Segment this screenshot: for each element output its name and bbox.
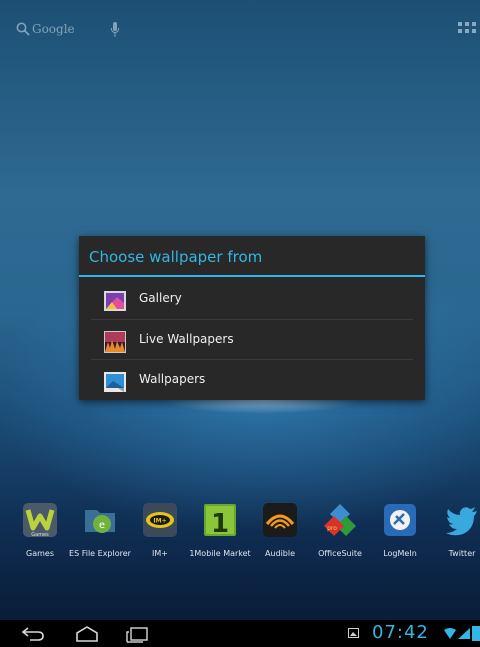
im-plus-icon-text: IM+	[153, 518, 166, 525]
option-wallpapers[interactable]: Wallpapers	[91, 360, 413, 400]
recent-apps-icon[interactable]	[124, 624, 150, 644]
dialog-title-divider	[79, 275, 425, 277]
back-icon[interactable]	[20, 624, 46, 644]
es-file-explorer-icon: e	[85, 510, 115, 533]
app-dock: Games Games e ES File Explorer IM+ IM+ 1…	[0, 500, 480, 570]
home-top-bar: Google	[0, 10, 480, 50]
signal-icon	[458, 628, 470, 639]
google-search-label[interactable]: Google	[32, 22, 75, 36]
option-gallery[interactable]: Gallery	[91, 279, 413, 319]
gallery-notification-icon[interactable]	[348, 628, 359, 638]
live-wallpapers-icon	[104, 331, 126, 353]
wallpapers-icon	[104, 372, 126, 392]
option-label: Live Wallpapers	[139, 332, 234, 346]
system-navigation-bar: 07:42	[0, 620, 480, 647]
search-icon[interactable]	[16, 22, 30, 36]
status-clock[interactable]: 07:42	[372, 622, 429, 643]
option-label: Gallery	[139, 291, 182, 305]
app-im-plus[interactable]: IM+ IM+	[130, 500, 190, 570]
option-live-wallpapers[interactable]: Live Wallpapers	[91, 320, 413, 360]
app-logmein[interactable]: LogMeIn	[370, 500, 430, 570]
officesuite-icon: pro	[324, 504, 356, 536]
home-icon[interactable]	[74, 624, 100, 644]
app-es-file-explorer[interactable]: e ES File Explorer	[69, 500, 131, 570]
option-label: Wallpapers	[139, 372, 206, 386]
logmein-icon	[384, 504, 416, 536]
1mobile-market-icon-text: 1	[211, 509, 229, 538]
all-apps-icon[interactable]	[458, 22, 476, 34]
app-officesuite[interactable]: pro OfficeSuite	[310, 500, 370, 570]
svg-text:e: e	[99, 520, 105, 531]
officesuite-icon-text: pro	[327, 525, 337, 532]
gallery-icon	[104, 291, 126, 311]
dialog-title: Choose wallpaper from	[89, 248, 263, 266]
audible-icon	[263, 503, 297, 537]
wifi-icon	[444, 628, 456, 639]
twitter-icon	[446, 507, 477, 536]
1mobile-market-icon: 1	[204, 504, 236, 538]
microphone-icon[interactable]	[110, 22, 120, 38]
app-1mobile-market[interactable]: 1 1Mobile Market	[189, 500, 251, 570]
app-twitter[interactable]: Twitter	[432, 500, 480, 570]
games-icon: Games	[23, 503, 57, 538]
games-icon-text: Games	[31, 532, 49, 538]
app-label: Twitter	[448, 549, 476, 558]
app-audible[interactable]: Audible	[250, 500, 310, 570]
im-plus-icon: IM+	[143, 503, 177, 537]
battery-icon	[472, 626, 480, 641]
choose-wallpaper-dialog: Choose wallpaper from Gallery Live Wallp…	[79, 236, 425, 400]
app-games[interactable]: Games Games	[10, 500, 70, 570]
